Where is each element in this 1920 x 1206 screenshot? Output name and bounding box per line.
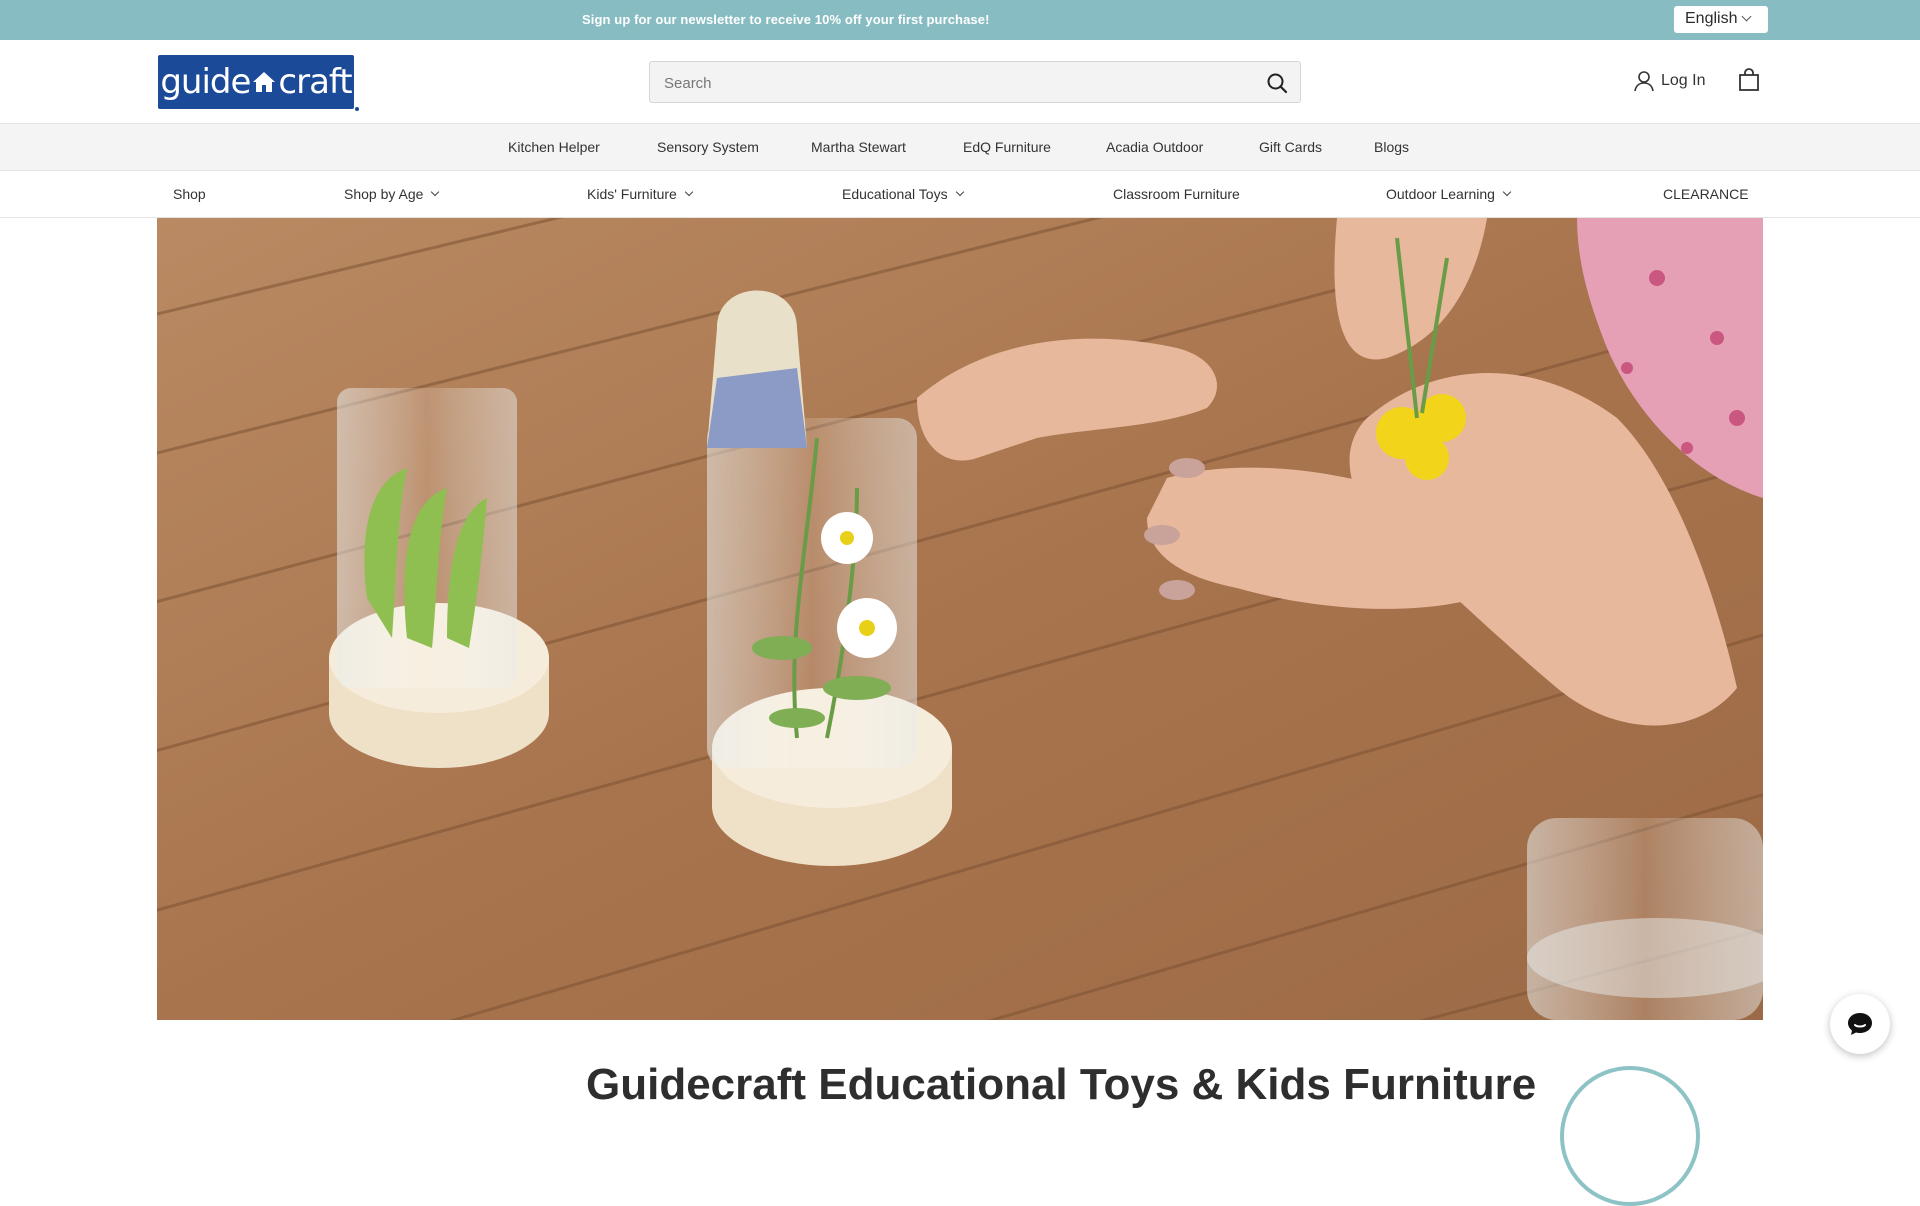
- nav-item-label: Educational Toys: [842, 186, 948, 202]
- nav-item-label: Classroom Furniture: [1113, 186, 1240, 202]
- language-selector[interactable]: English: [1674, 6, 1768, 33]
- guidecraft-logo[interactable]: guide craft: [158, 55, 359, 111]
- search-input[interactable]: [664, 72, 1244, 94]
- search-icon: [1267, 73, 1288, 94]
- announcement-bar: Sign up for our newsletter to receive 10…: [0, 0, 1920, 40]
- search-button[interactable]: [1264, 70, 1290, 96]
- nav-item-label: Shop: [173, 186, 206, 202]
- login-link[interactable]: Log In: [1633, 70, 1705, 92]
- house-icon: [253, 72, 276, 92]
- nav-item-clearance[interactable]: CLEARANCE: [1663, 186, 1749, 202]
- chat-button[interactable]: [1830, 994, 1890, 1054]
- search-bar: [649, 61, 1301, 103]
- login-label: Log In: [1661, 72, 1706, 89]
- decorative-badge: [1560, 1066, 1700, 1206]
- secondary-nav: Kitchen Helper Sensory System Martha Ste…: [0, 124, 1920, 171]
- nav-item-shop[interactable]: Shop: [173, 186, 206, 202]
- nav-item-label: Outdoor Learning: [1386, 186, 1495, 202]
- logo-registered-mark: [355, 107, 359, 111]
- shopping-bag-icon: [1739, 68, 1759, 91]
- nav-item-shop-by-age[interactable]: Shop by Age: [344, 186, 440, 202]
- chat-icon: [1848, 1013, 1872, 1035]
- chevron-down-icon: [1502, 187, 1512, 197]
- logo-text-right: craft: [278, 62, 352, 102]
- language-selected: English: [1685, 10, 1738, 27]
- main-nav: Shop Shop by Age Kids' Furniture Educati…: [0, 171, 1920, 218]
- chevron-down-icon: [684, 187, 694, 197]
- nav-item-kids-furniture[interactable]: Kids' Furniture: [587, 186, 694, 202]
- chevron-down-icon: [955, 187, 964, 197]
- cart-button[interactable]: [1736, 67, 1762, 93]
- subnav-item-martha-stewart[interactable]: Martha Stewart: [811, 139, 906, 155]
- nav-item-label: Shop by Age: [344, 186, 424, 202]
- nav-item-educational-toys[interactable]: Educational Toys: [842, 186, 964, 202]
- nav-item-outdoor-learning[interactable]: Outdoor Learning: [1386, 186, 1512, 202]
- hero-video[interactable]: [157, 218, 1763, 1020]
- logo-text-left: guide: [160, 62, 251, 102]
- chevron-down-icon: [1742, 11, 1752, 22]
- subnav-item-sensory-system[interactable]: Sensory System: [657, 139, 759, 155]
- subnav-item-edq-furniture[interactable]: EdQ Furniture: [963, 139, 1051, 155]
- nav-item-classroom-furniture[interactable]: Classroom Furniture: [1113, 186, 1240, 202]
- hero-image: [157, 218, 1763, 1020]
- nav-item-label: Kids' Furniture: [587, 186, 677, 202]
- subnav-item-blogs[interactable]: Blogs: [1374, 139, 1409, 155]
- nav-item-label: CLEARANCE: [1663, 186, 1749, 202]
- user-icon: [1634, 71, 1654, 92]
- subnav-item-kitchen-helper[interactable]: Kitchen Helper: [508, 139, 600, 155]
- subnav-item-gift-cards[interactable]: Gift Cards: [1259, 139, 1322, 155]
- site-header: guide craft Log In: [0, 40, 1920, 124]
- chevron-down-icon: [431, 187, 440, 197]
- page-heading: Guidecraft Educational Toys & Kids Furni…: [586, 1060, 1537, 1109]
- subnav-item-acadia-outdoor[interactable]: Acadia Outdoor: [1106, 139, 1203, 155]
- newsletter-promo-text[interactable]: Sign up for our newsletter to receive 10…: [582, 12, 990, 27]
